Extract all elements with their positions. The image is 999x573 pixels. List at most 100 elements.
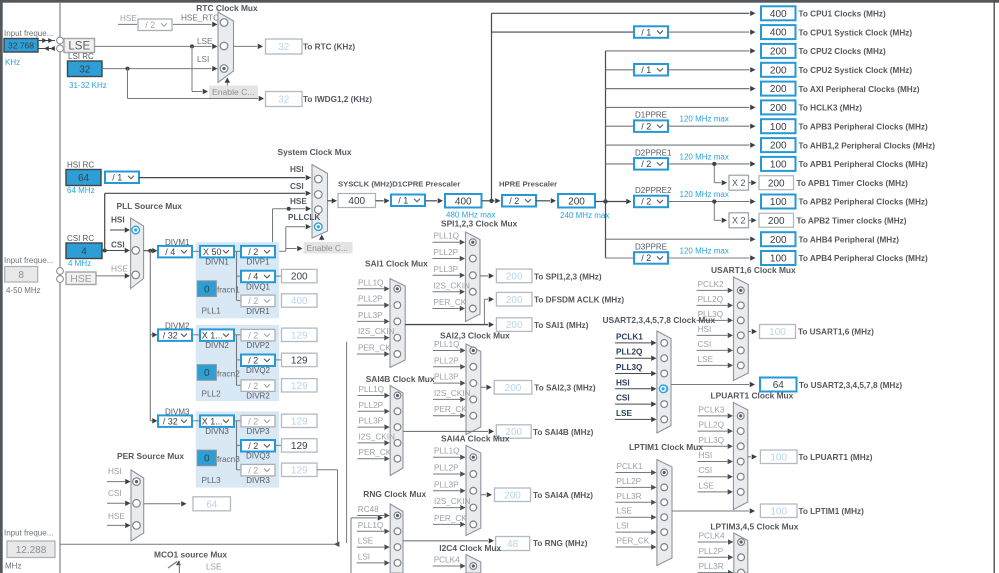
svg-text:PLLCLK: PLLCLK: [288, 213, 320, 222]
svg-text:200: 200: [506, 295, 523, 306]
svg-text:Enable C...: Enable C...: [212, 87, 255, 97]
svg-text:I2S_CKIN: I2S_CKIN: [359, 432, 395, 441]
svg-text:/ 2: / 2: [248, 416, 258, 426]
svg-text:To USART2,3,4,5,7,8 (MHz): To USART2,3,4,5,7,8 (MHz): [799, 381, 902, 390]
svg-text:LPTIM3,4,5 Clock Mux: LPTIM3,4,5 Clock Mux: [710, 522, 798, 532]
svg-text:64: 64: [206, 499, 218, 510]
svg-text:PER_CK: PER_CK: [434, 514, 467, 523]
svg-text:120 MHz max: 120 MHz max: [680, 152, 729, 161]
svg-text:I2C4 Clock Mux: I2C4 Clock Mux: [439, 543, 501, 553]
svg-text:D2PPRE1: D2PPRE1: [635, 148, 672, 157]
svg-text:To AXI Peripheral Clocks (MHz): To AXI Peripheral Clocks (MHz): [799, 85, 920, 94]
svg-text:8: 8: [18, 270, 24, 281]
svg-text:PCLK4: PCLK4: [434, 556, 460, 565]
svg-text:DIVR1: DIVR1: [246, 307, 270, 316]
svg-text:Input freque...: Input freque...: [4, 529, 53, 538]
svg-text:I2S_CKIN: I2S_CKIN: [358, 327, 394, 336]
svg-text:X 2: X 2: [732, 216, 746, 226]
svg-text:fracn1: fracn1: [217, 286, 240, 295]
svg-text:SPI1,2,3 Clock Mux: SPI1,2,3 Clock Mux: [441, 219, 518, 229]
svg-text:/ 2: / 2: [248, 381, 258, 391]
svg-text:/ 2: / 2: [248, 247, 258, 257]
svg-text:400: 400: [291, 296, 308, 307]
svg-text:/ 4: / 4: [248, 272, 258, 282]
svg-text:HSI: HSI: [111, 216, 125, 225]
svg-text:32: 32: [278, 95, 290, 106]
svg-text:D1PPRE: D1PPRE: [635, 111, 667, 120]
svg-text:SYSCLK (MHz)D1CPRE Prescaler: SYSCLK (MHz)D1CPRE Prescaler: [338, 180, 460, 189]
svg-text:HSI RC: HSI RC: [67, 161, 94, 170]
svg-text:DIVN1: DIVN1: [205, 258, 229, 267]
svg-text:12.288: 12.288: [16, 545, 47, 556]
svg-text:To IWDG1,2 (KHz): To IWDG1,2 (KHz): [303, 95, 372, 104]
svg-text:To LPUART1 (MHz): To LPUART1 (MHz): [799, 453, 873, 462]
svg-text:HSE: HSE: [108, 512, 125, 521]
svg-text:400: 400: [770, 28, 787, 39]
svg-text:PER_CK: PER_CK: [359, 448, 392, 457]
svg-text:32: 32: [278, 42, 290, 53]
svg-text:/ 2: / 2: [248, 296, 258, 306]
svg-text:PLL3P: PLL3P: [359, 417, 384, 426]
svg-text:To CPU1 Clocks (MHz): To CPU1 Clocks (MHz): [799, 10, 886, 19]
svg-text:PCLK4: PCLK4: [699, 532, 725, 541]
svg-text:400: 400: [455, 196, 472, 207]
svg-text:LSE: LSE: [617, 507, 633, 516]
svg-text:LSE: LSE: [68, 41, 90, 53]
svg-text:HSI: HSI: [616, 378, 630, 387]
svg-text:To CPU1 Systick Clock (MHz): To CPU1 Systick Clock (MHz): [799, 28, 913, 37]
svg-text:PLL2Q: PLL2Q: [699, 421, 725, 430]
svg-text:PLL3P: PLL3P: [434, 480, 459, 489]
svg-text:CSI: CSI: [108, 489, 122, 498]
svg-text:0: 0: [204, 368, 210, 379]
svg-text:To APB1 Timer Clocks (MHz): To APB1 Timer Clocks (MHz): [797, 179, 909, 188]
svg-text:PLL2P: PLL2P: [358, 295, 383, 304]
svg-text:4: 4: [81, 246, 87, 257]
svg-text:HPRE Prescaler: HPRE Prescaler: [499, 180, 557, 189]
svg-text:LSE: LSE: [699, 481, 715, 490]
svg-text:LSE: LSE: [616, 409, 632, 418]
svg-text:CSI: CSI: [699, 466, 713, 475]
svg-text:/ 2: / 2: [641, 159, 651, 169]
svg-text:To HCLK3 (MHz): To HCLK3 (MHz): [799, 104, 863, 113]
svg-text:To CPU2 Clocks (MHz): To CPU2 Clocks (MHz): [799, 47, 886, 56]
svg-text:PLL2P: PLL2P: [434, 464, 459, 473]
svg-text:PLL1: PLL1: [202, 307, 222, 316]
svg-text:129: 129: [291, 330, 308, 341]
svg-text:/ 2: / 2: [641, 121, 651, 131]
svg-text:HSE: HSE: [120, 14, 137, 23]
svg-text:To SAI4A (MHz): To SAI4A (MHz): [533, 491, 593, 500]
svg-text:Enable C...: Enable C...: [307, 243, 348, 253]
svg-text:LSI: LSI: [617, 522, 629, 531]
svg-text:To APB3 Peripheral Clocks (MHz: To APB3 Peripheral Clocks (MHz): [799, 122, 928, 131]
svg-text:PLL3R: PLL3R: [699, 562, 724, 571]
svg-text:100: 100: [769, 327, 786, 338]
svg-text:HSE_RTC: HSE_RTC: [181, 14, 219, 23]
svg-text:200: 200: [770, 235, 787, 246]
svg-text:/ 1: / 1: [641, 65, 651, 75]
svg-text:100: 100: [770, 197, 787, 208]
svg-text:Input freque...: Input freque...: [4, 256, 53, 265]
svg-text:DIVQ1: DIVQ1: [246, 282, 271, 291]
svg-text:SAI4A Clock Mux: SAI4A Clock Mux: [441, 434, 510, 444]
svg-text:200: 200: [768, 178, 785, 189]
svg-text:DIVN3: DIVN3: [205, 427, 229, 436]
svg-text:32.768: 32.768: [8, 40, 34, 50]
svg-text:120 MHz max: 120 MHz max: [680, 247, 729, 256]
svg-text:I2S_CKIN: I2S_CKIN: [434, 389, 470, 398]
svg-text:HSE: HSE: [70, 273, 92, 285]
svg-text:400: 400: [770, 9, 787, 20]
svg-text:/ 2: / 2: [641, 253, 651, 263]
svg-text:To APB2 Timer clocks (MHz): To APB2 Timer clocks (MHz): [797, 217, 907, 226]
svg-text:PLL1Q: PLL1Q: [358, 521, 384, 530]
svg-text:HSI: HSI: [698, 325, 712, 334]
svg-text:0: 0: [204, 454, 210, 465]
svg-text:100: 100: [770, 160, 787, 171]
svg-text:LSE: LSE: [698, 355, 714, 364]
svg-text:PLL2Q: PLL2Q: [616, 348, 643, 357]
svg-text:DIVP3: DIVP3: [246, 427, 270, 436]
svg-text:CSI: CSI: [616, 394, 630, 403]
svg-text:PLL2P: PLL2P: [434, 356, 459, 365]
svg-text:400: 400: [348, 196, 365, 207]
svg-text:129: 129: [291, 441, 308, 452]
svg-text:X 50: X 50: [203, 247, 222, 257]
